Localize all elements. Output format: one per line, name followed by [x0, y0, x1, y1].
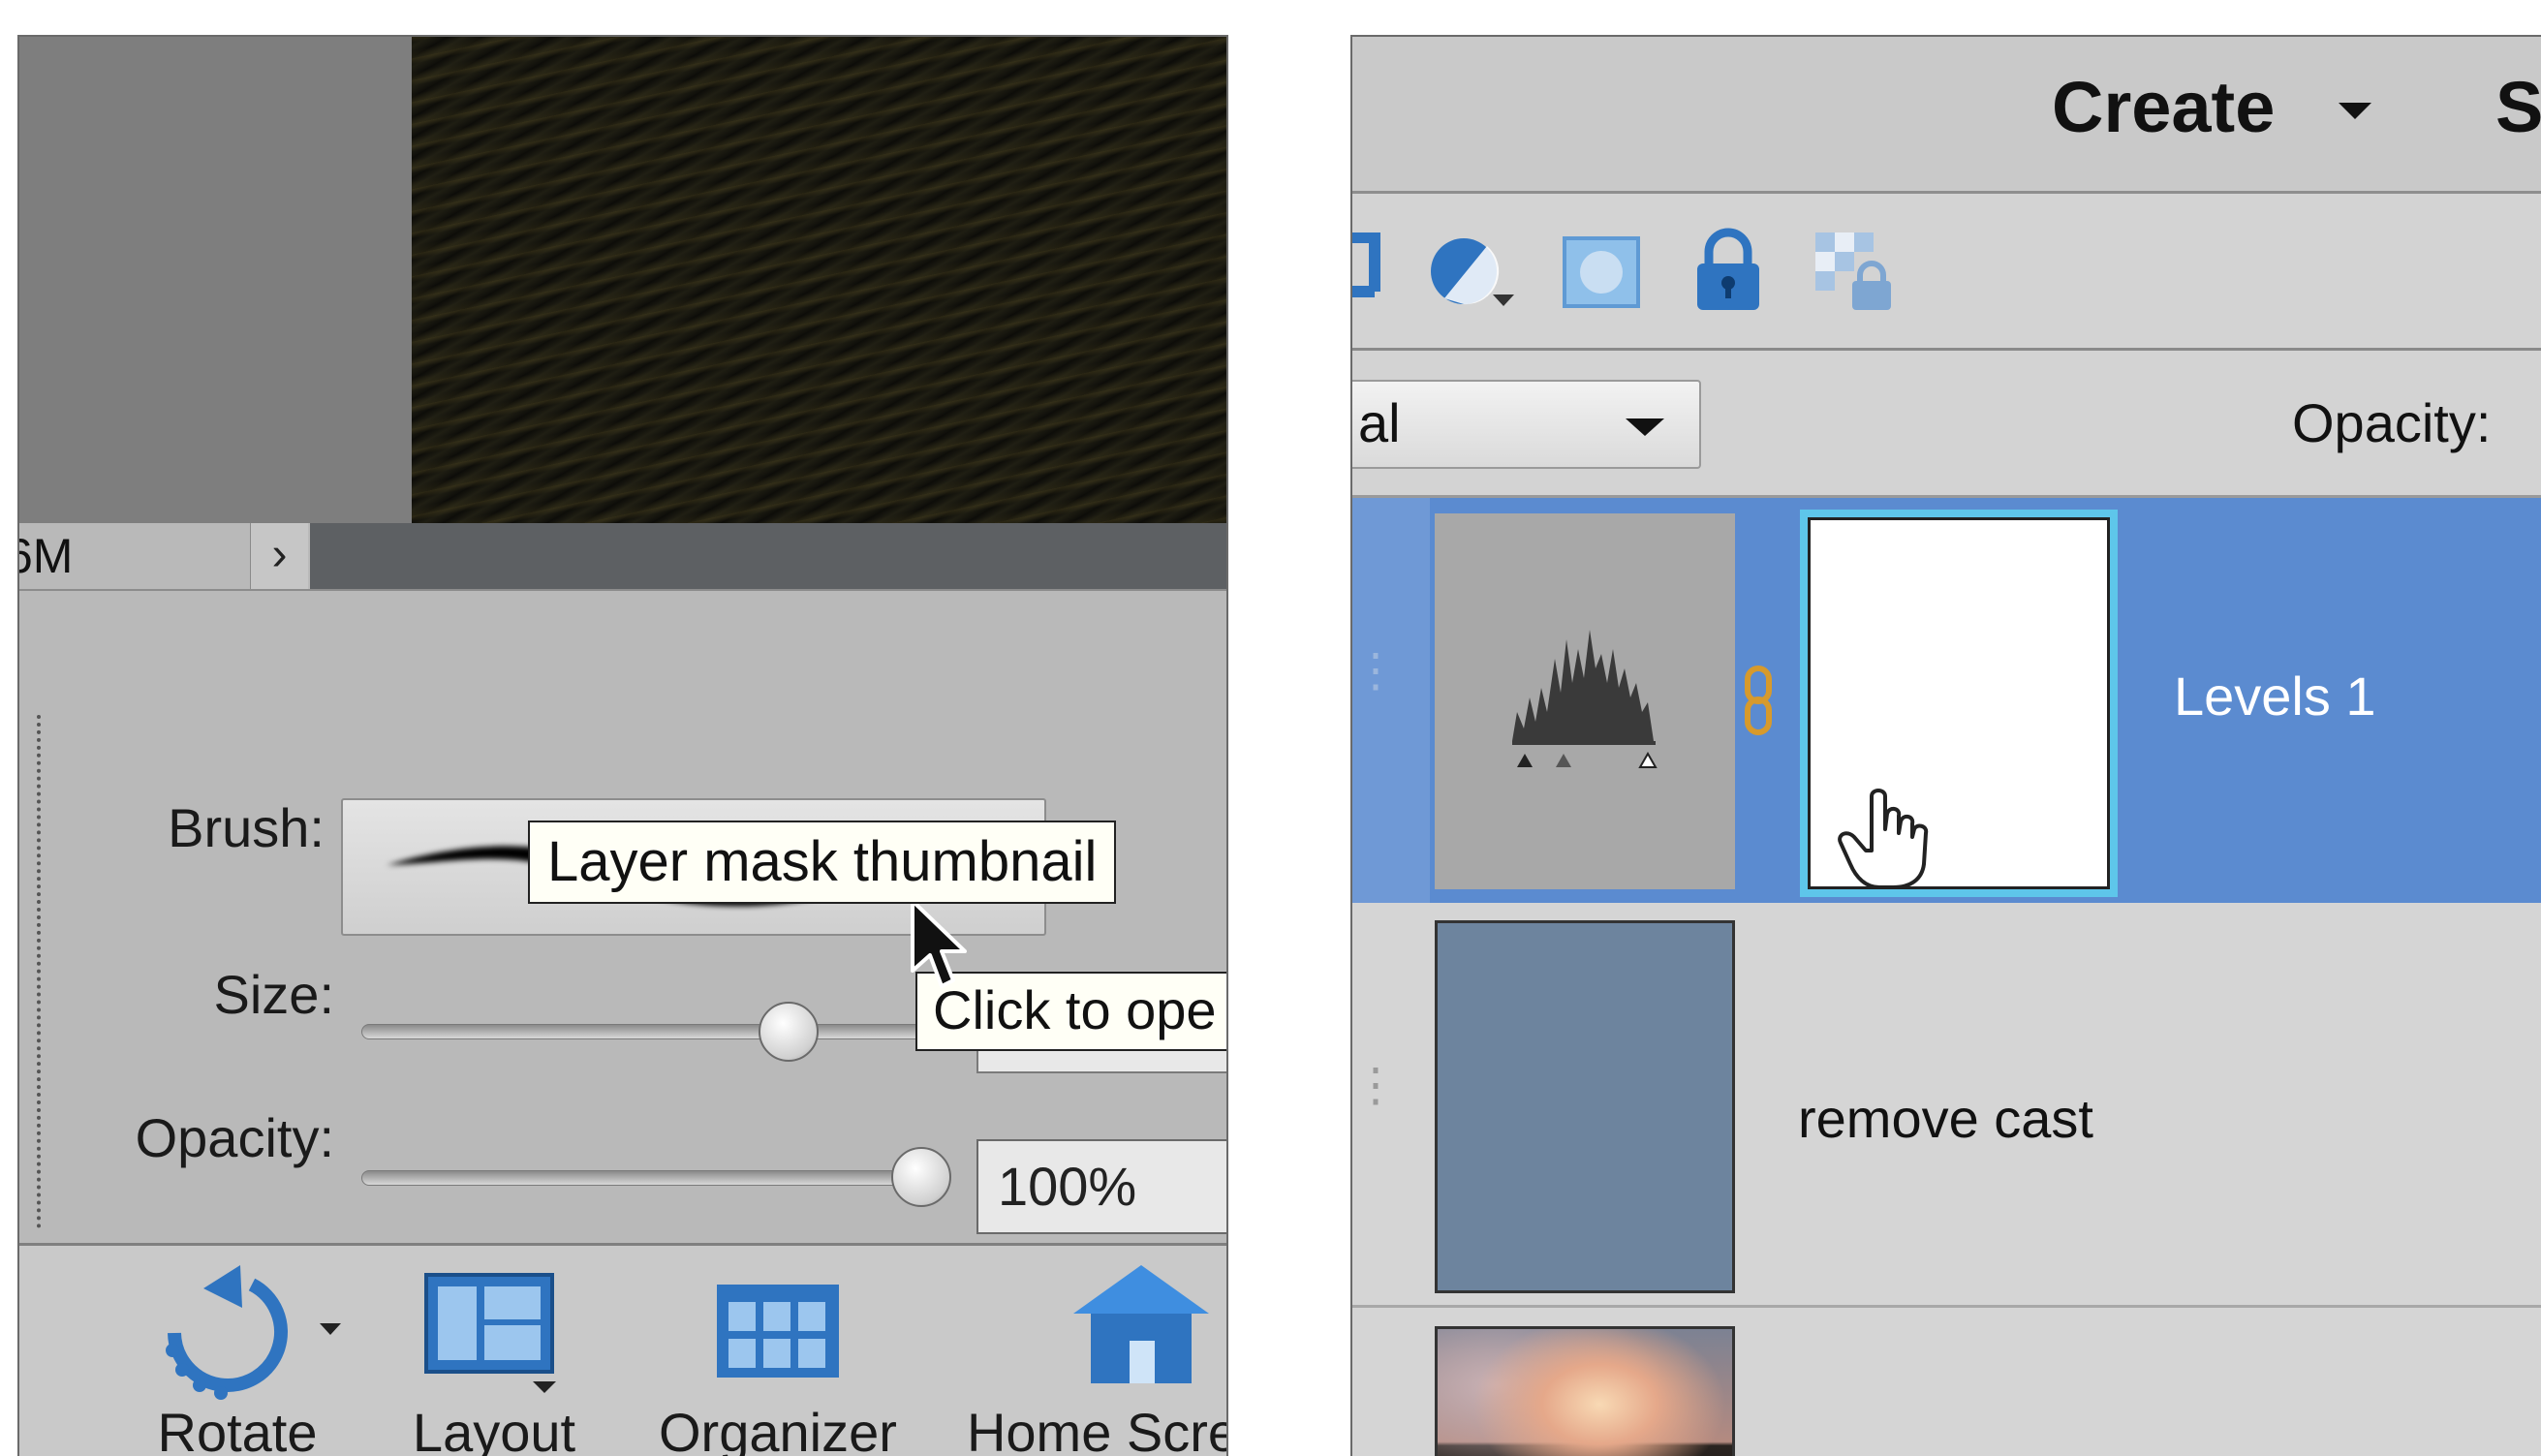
- adjustment-thumbnail[interactable]: [1435, 513, 1735, 889]
- layer-name[interactable]: remove cast: [1798, 1087, 2093, 1150]
- rotate-icon: [166, 1265, 341, 1400]
- chevron-down-icon[interactable]: [1626, 418, 1664, 436]
- layer-row-background[interactable]: [1352, 1311, 2541, 1456]
- layer-toolbar: [1352, 194, 2541, 351]
- layer-name[interactable]: Levels 1: [2174, 665, 2376, 728]
- opacity-slider[interactable]: [361, 1170, 943, 1186]
- organizer-label: Organizer: [659, 1402, 897, 1456]
- histogram-icon: [1512, 630, 1658, 768]
- rotate-button[interactable]: Rotate: [126, 1246, 349, 1456]
- mouse-pointer-icon: [911, 899, 967, 988]
- layout-icon: [424, 1273, 556, 1393]
- new-layer-icon[interactable]: [1350, 232, 1385, 310]
- size-slider[interactable]: [361, 1024, 981, 1039]
- layer-row-remove-cast[interactable]: ⋮ remove cast: [1352, 903, 2541, 1308]
- status-bar: 6M ›: [19, 523, 1226, 589]
- status-expand-button[interactable]: ›: [250, 523, 308, 589]
- organizer-button[interactable]: Organizer: [659, 1246, 897, 1456]
- organizer-icon: [717, 1285, 839, 1378]
- brush-label: Brush:: [168, 797, 325, 858]
- visibility-icon[interactable]: ⋮: [1352, 643, 1399, 701]
- visibility-icon[interactable]: ⋮: [1352, 1058, 1399, 1116]
- blend-row: al Opacity:: [1352, 351, 2541, 498]
- size-label: Size:: [213, 964, 335, 1025]
- share-menu-button[interactable]: S: [2495, 66, 2541, 148]
- layout-button[interactable]: Layout: [397, 1246, 591, 1456]
- photo-thumbnail[interactable]: [1435, 1326, 1735, 1456]
- rotate-label: Rotate: [157, 1402, 318, 1456]
- create-menu-button[interactable]: Create: [2052, 66, 2275, 148]
- layer-mask-tooltip: Layer mask thumbnail: [528, 821, 1117, 904]
- opacity-field[interactable]: 100%: [976, 1139, 1226, 1234]
- editor-panel: 6M › Brush: Size: Opacity: 100% Click to…: [17, 35, 1228, 1456]
- home-screen-label: Home Scre: [966, 1402, 1228, 1456]
- adjustment-layer-icon[interactable]: [1425, 231, 1532, 318]
- panel-grip[interactable]: [37, 715, 41, 1228]
- home-icon: [1073, 1265, 1209, 1383]
- layer-mask-icon[interactable]: [1561, 234, 1648, 312]
- lock-icon[interactable]: [1689, 227, 1767, 314]
- link-icon[interactable]: [1740, 663, 1779, 740]
- opacity-slider-thumb[interactable]: [891, 1147, 951, 1207]
- layers-panel: Create S al Opacity: ⋮ Levels 1 ⋮ remove…: [1350, 35, 2541, 1456]
- size-slider-thumb[interactable]: [759, 1002, 819, 1062]
- home-screen-button[interactable]: Home Scre: [947, 1246, 1228, 1456]
- layout-label: Layout: [412, 1402, 576, 1456]
- opacity-label: Opacity:: [135, 1107, 334, 1168]
- chevron-down-icon[interactable]: [2339, 103, 2371, 119]
- canvas-image[interactable]: [412, 37, 1226, 523]
- hand-pointer-icon: [1838, 789, 1929, 889]
- task-bar: Rotate Layout Organizer Home Scre: [19, 1243, 1228, 1456]
- mode-bar: Create S: [1352, 37, 2541, 194]
- layer-opacity-label: Opacity:: [2292, 392, 2492, 453]
- visibility-column[interactable]: ⋮: [1352, 498, 1430, 903]
- fill-layer-thumbnail[interactable]: [1435, 920, 1735, 1293]
- tool-options-panel: Brush: Size: Opacity: 100% Click to ope: [19, 589, 1226, 1243]
- blend-mode-select[interactable]: al: [1352, 380, 1701, 469]
- layer-row-levels[interactable]: ⋮ Levels 1: [1352, 498, 2541, 903]
- canvas-pasteboard: [19, 37, 412, 523]
- lock-transparency-icon[interactable]: [1812, 229, 1899, 316]
- blend-mode-value: al: [1358, 392, 1401, 453]
